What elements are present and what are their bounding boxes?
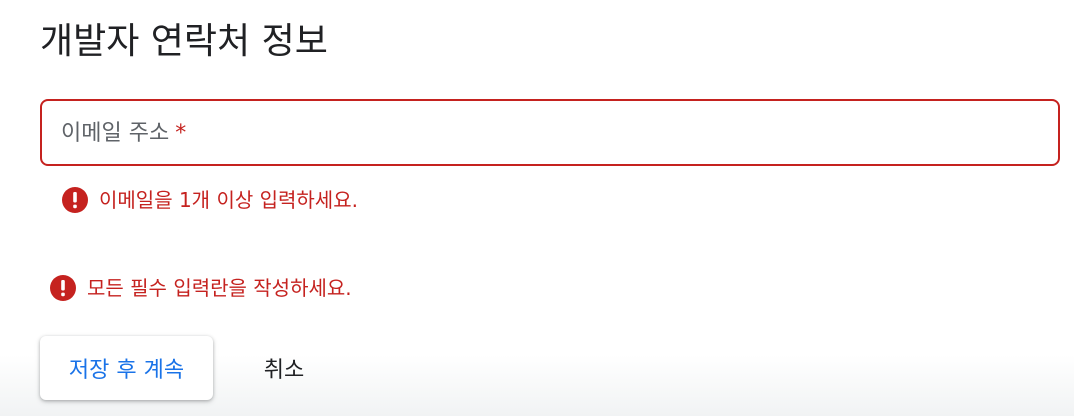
form-error-text: 모든 필수 입력란을 작성하세요. xyxy=(87,276,352,300)
required-marker: * xyxy=(175,121,187,146)
email-label-text: 이메일 주소 xyxy=(61,121,170,146)
email-field-error: 이메일을 1개 이상 입력하세요. xyxy=(61,186,358,214)
email-field[interactable]: 이메일 주소 * xyxy=(40,99,1060,166)
section-title: 개발자 연락처 정보 xyxy=(40,21,328,62)
error-icon xyxy=(49,274,77,302)
form-error: 모든 필수 입력란을 작성하세요. xyxy=(49,274,352,302)
email-field-label: 이메일 주소 * xyxy=(61,121,186,147)
email-field-error-text: 이메일을 1개 이상 입력하세요. xyxy=(99,188,358,212)
error-icon xyxy=(61,186,89,214)
save-and-continue-button[interactable]: 저장 후 계속 xyxy=(40,336,213,400)
cancel-button[interactable]: 취소 xyxy=(248,336,320,400)
